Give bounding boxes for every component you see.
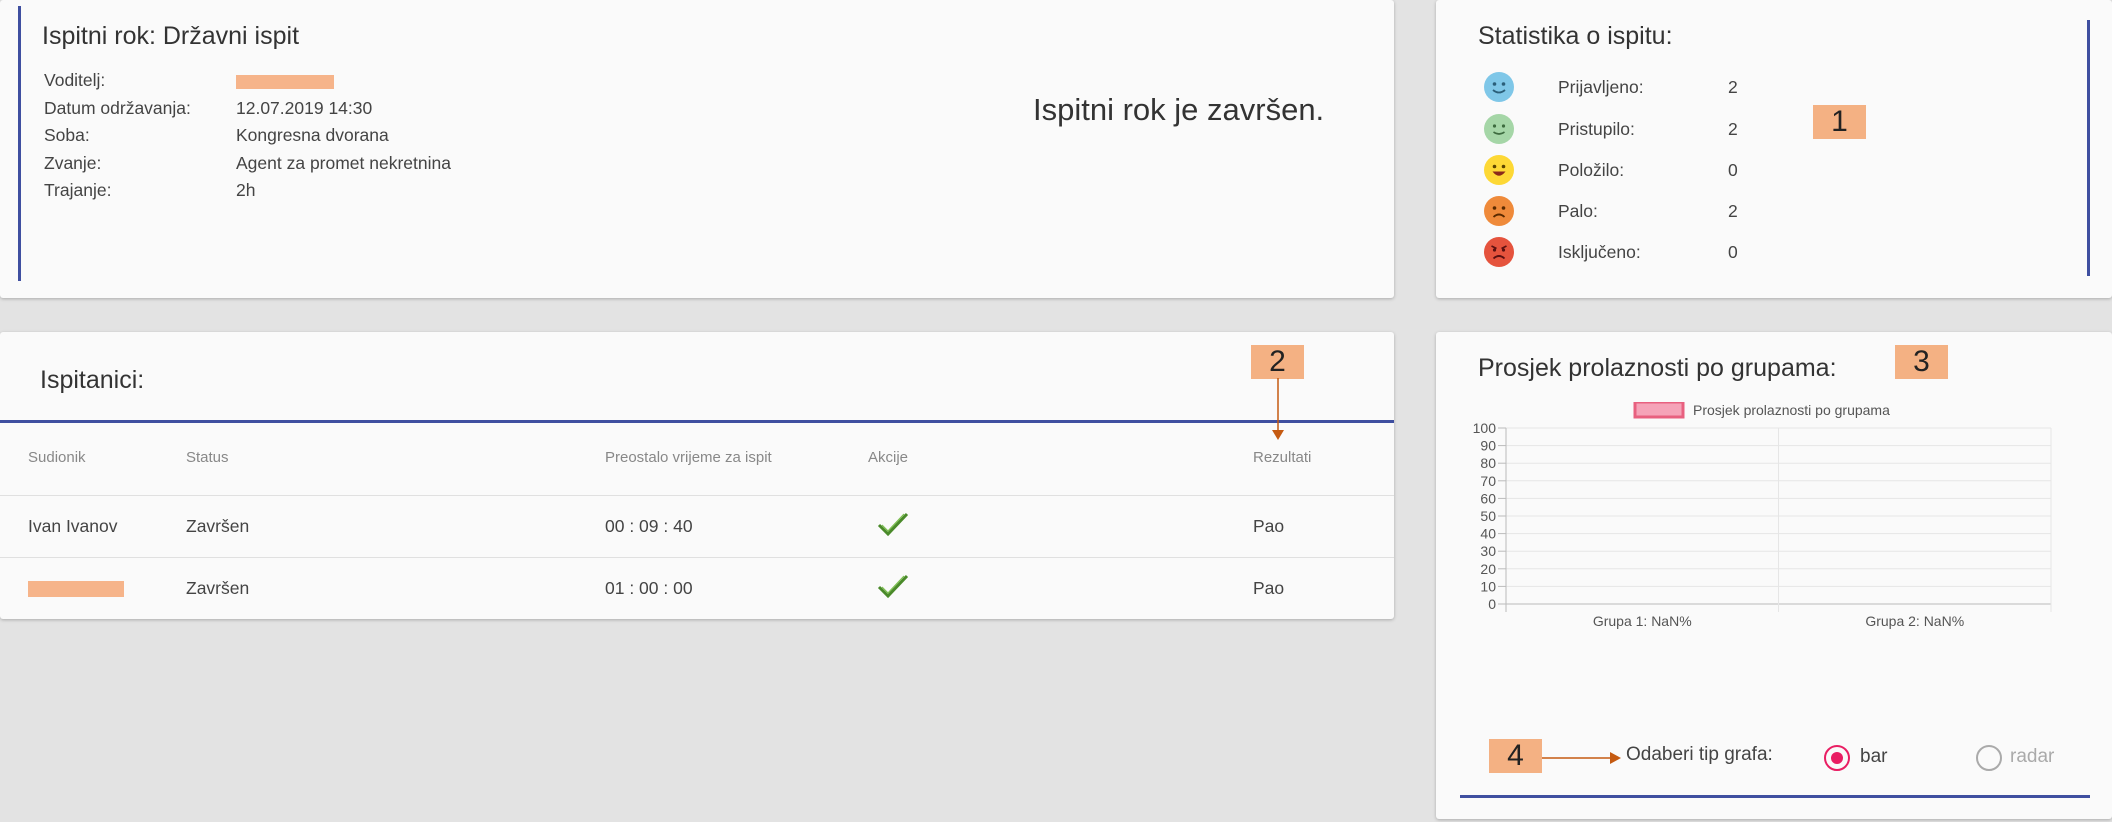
info-value: Kongresna dvorana (236, 125, 389, 145)
info-row-voditelj: Voditelj: (44, 70, 451, 98)
bar-chart: Prosjek prolaznosti po grupama 0 1020 3040 5… (1473, 402, 2052, 629)
column-header-status[interactable]: Status (186, 449, 229, 466)
column-header-time[interactable]: Preostalo vrijeme za ispit (605, 449, 772, 466)
exam-info-card: Ispitni rok: Državni ispit Voditelj: Dat… (0, 0, 1394, 298)
annotation-arrow (1542, 752, 1621, 764)
info-label: Zvanje: (44, 152, 102, 173)
stat-value: 2 (1728, 200, 1738, 221)
exam-info-table: Voditelj: Datum održavanja: 12.07.2019 1… (44, 70, 451, 208)
x-tick-label: Grupa 2: NaN% (1865, 613, 1964, 629)
checkmark-icon[interactable] (876, 510, 910, 545)
stats-title: Statistika o ispitu: (1478, 22, 1673, 50)
student-result: Pao (1253, 516, 1285, 536)
stat-value: 2 (1728, 76, 1738, 97)
student-status: Završen (186, 516, 250, 536)
stat-value: 2 (1728, 118, 1738, 139)
stat-row-polozilo: Položilo: 0 (1484, 154, 1784, 186)
chart-type-label: Odaberi tip grafa: (1626, 744, 1773, 765)
student-name-redacted (28, 581, 124, 602)
info-row-zvanje: Zvanje: Agent za promet nekretnina (44, 153, 451, 181)
y-tick-label: 50 (1480, 508, 1496, 524)
y-tick-label: 100 (1473, 420, 1497, 436)
annotation-arrow (1272, 378, 1284, 440)
header-divider (0, 420, 1394, 423)
exam-stats-card: Statistika o ispitu: Prijavljeno: 2 Pris… (1436, 0, 2112, 298)
info-row-soba: Soba: Kongresna dvorana (44, 125, 451, 153)
info-label: Datum održavanja: (44, 97, 191, 118)
student-status: Završen (186, 578, 250, 598)
legend-label: Prosjek prolaznosti po grupama (1693, 402, 1890, 418)
info-label: Soba: (44, 125, 90, 145)
accent-bar (18, 6, 21, 281)
info-row-trajanje: Trajanje: 2h (44, 180, 451, 208)
stat-label: Prijavljeno: (1558, 76, 1644, 97)
radio-radar-label[interactable]: radar (2010, 746, 2054, 768)
smile-green-icon (1484, 114, 1514, 144)
smile-blue-icon (1484, 72, 1514, 102)
exam-title: Ispitni rok: Državni ispit (42, 22, 300, 50)
annotation-marker-2: 2 (1251, 345, 1304, 379)
stat-row-pristupilo: Pristupilo: 2 (1484, 113, 1784, 145)
accent-bar (1460, 795, 2090, 798)
row-divider (0, 495, 1394, 496)
info-value: Agent za promet nekretnina (236, 152, 451, 173)
grin-yellow-icon (1484, 155, 1514, 185)
student-time: 00 : 09 : 40 (605, 516, 693, 536)
info-label: Voditelj: (44, 70, 106, 90)
y-tick-label: 80 (1480, 455, 1496, 471)
redaction-bar (28, 581, 124, 597)
stat-label: Pristupilo: (1558, 118, 1635, 139)
info-value: 12.07.2019 14:30 (236, 97, 373, 118)
annotation-marker-1: 1 (1813, 105, 1866, 139)
angry-red-icon (1484, 237, 1514, 267)
students-title: Ispitanici: (40, 366, 145, 394)
stat-row-palo: Palo: 2 (1484, 195, 1784, 227)
stat-row-prijavljeno: Prijavljeno: 2 (1484, 71, 1784, 103)
stat-label: Položilo: (1558, 159, 1625, 180)
stat-value: 0 (1728, 159, 1738, 180)
student-name: Ivan Ivanov (28, 516, 118, 536)
y-tick-label: 0 (1488, 596, 1496, 612)
checkmark-icon[interactable] (876, 572, 910, 607)
voditelj-redacted (236, 70, 334, 98)
column-header-sudionik[interactable]: Sudionik (28, 449, 86, 466)
radio-dot (1831, 752, 1843, 764)
y-tick-label: 30 (1480, 543, 1496, 559)
radio-bar-label[interactable]: bar (1860, 746, 1887, 768)
radio-bar[interactable] (1824, 745, 1850, 771)
stat-row-iskljuceno: Isključeno: 0 (1484, 236, 1784, 268)
info-row-datum: Datum održavanja: 12.07.2019 14:30 (44, 98, 451, 126)
x-tick-label: Grupa 1: NaN% (1593, 613, 1692, 629)
y-tick-label: 40 (1480, 526, 1496, 542)
annotation-marker-3: 3 (1895, 345, 1948, 379)
redaction-bar (236, 75, 334, 89)
exam-status-message: Ispitni rok je završen. (1033, 92, 1325, 127)
annotation-marker-4: 4 (1489, 739, 1542, 773)
y-tick-label: 10 (1480, 578, 1496, 594)
row-divider (0, 557, 1394, 558)
y-tick-label: 60 (1480, 490, 1496, 506)
chart-title: Prosjek prolaznosti po grupama: (1478, 354, 1837, 382)
stat-label: Isključeno: (1558, 241, 1641, 262)
y-tick-label: 70 (1480, 473, 1496, 489)
column-header-rezultati[interactable]: Rezultati (1253, 449, 1311, 466)
y-tick-label: 90 (1480, 438, 1496, 454)
frown-orange-icon (1484, 196, 1514, 226)
y-tick-label: 20 (1480, 561, 1496, 577)
stat-value: 0 (1728, 241, 1738, 262)
column-header-akcije[interactable]: Akcije (868, 449, 908, 466)
info-value: 2h (236, 180, 256, 200)
student-result: Pao (1253, 578, 1285, 598)
accent-bar (2087, 20, 2090, 276)
legend-swatch (1633, 402, 1685, 419)
student-time: 01 : 00 : 00 (605, 578, 693, 598)
info-label: Trajanje: (44, 180, 112, 200)
radio-radar[interactable] (1976, 745, 2002, 771)
students-card: Ispitanici: Sudionik Status Preostalo vr… (0, 332, 1394, 619)
stat-label: Palo: (1558, 200, 1598, 221)
